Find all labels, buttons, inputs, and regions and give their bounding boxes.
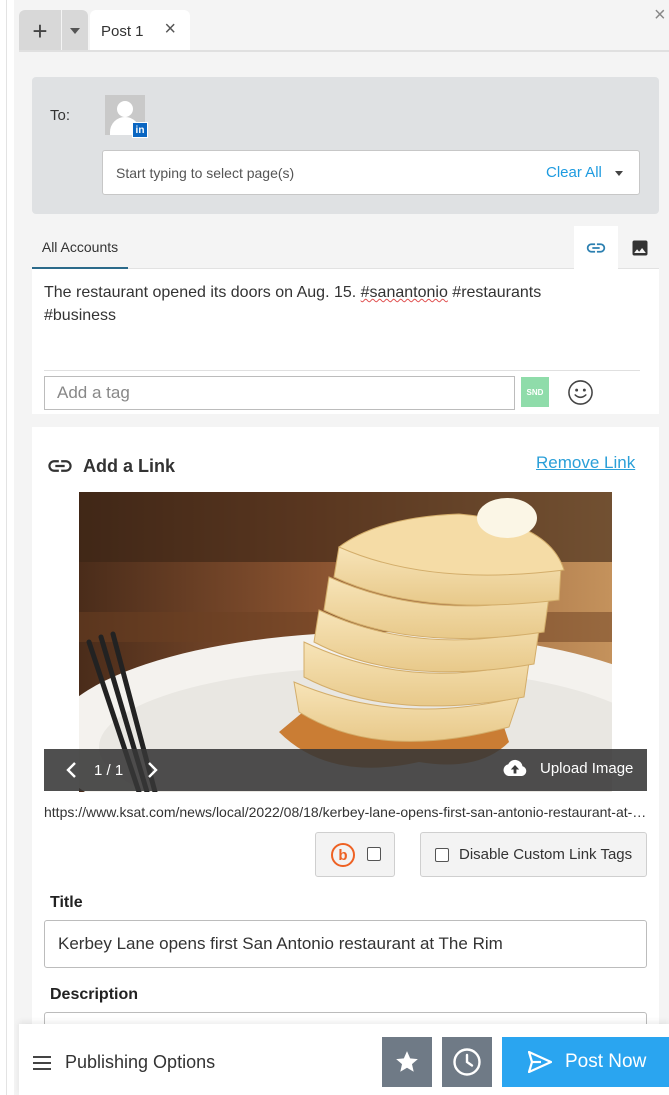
title-label: Title [50,894,83,911]
chevron-right-icon[interactable] [144,761,160,779]
tab-strip-divider [19,50,669,52]
post-message-text[interactable]: The restaurant opened its doors on Aug. … [44,281,604,327]
composer-footer: Publishing Options Post Now [19,1024,669,1095]
snd-badge[interactable]: SND [521,377,549,407]
clear-all-button[interactable]: Clear All [546,164,602,181]
attach-image-button[interactable] [620,226,659,269]
to-label: To: [50,107,71,124]
avatar-head-shape [117,101,133,117]
title-field[interactable]: Kerbey Lane opens first San Antonio rest… [44,920,647,968]
cloud-upload-icon [503,759,527,776]
image-counter: 1 / 1 [94,762,124,779]
post-now-label: Post Now [565,1051,647,1072]
clock-icon [453,1048,481,1076]
chevron-down-icon[interactable] [615,171,623,176]
link-url: https://www.ksat.com/news/local/2022/08/… [44,804,647,820]
disable-custom-link-tags-toggle[interactable]: Disable Custom Link Tags [420,832,647,877]
link-icon [48,460,72,472]
favorite-button[interactable] [382,1037,432,1087]
schedule-button[interactable] [442,1037,492,1087]
message-composer[interactable]: The restaurant opened its doors on Aug. … [32,269,659,414]
account-tabs: All Accounts [32,226,659,269]
emoji-icon[interactable] [567,379,594,406]
add-post-button[interactable]: + [19,10,61,52]
description-label: Description [50,986,139,1003]
bitly-checkbox[interactable] [367,847,381,861]
upload-image-button[interactable]: Upload Image [502,758,633,778]
add-post-dropdown-button[interactable] [62,10,88,52]
attach-link-button[interactable] [574,226,618,269]
pancakes-image [79,492,612,792]
add-tag-input[interactable] [44,376,515,410]
close-panel-icon[interactable]: × [654,4,666,27]
page-selector-placeholder: Start typing to select page(s) [116,165,295,181]
caret-down-icon [70,28,80,34]
post-text-part: The restaurant opened its doors on Aug. … [44,284,361,301]
publishing-options-button[interactable]: Publishing Options [33,1052,215,1073]
add-link-heading-text: Add a Link [83,455,176,476]
remove-link-button[interactable]: Remove Link [536,453,635,473]
chevron-left-icon[interactable] [64,761,80,779]
bitly-shorten-toggle[interactable]: b [315,832,395,877]
post-now-button[interactable]: Post Now [502,1037,669,1087]
tab-all-accounts[interactable]: All Accounts [32,226,128,269]
composer-divider [44,370,640,371]
star-icon [396,1051,418,1072]
disable-custom-link-tags-label: Disable Custom Link Tags [459,846,633,863]
page-selector[interactable]: Start typing to select page(s) Clear All [102,150,640,195]
disable-custom-link-tags-checkbox[interactable] [435,847,449,862]
misspelled-hashtag: #sanantonio [360,284,448,301]
link-icon [586,242,606,253]
menu-icon [33,1055,51,1070]
linkedin-icon: in [132,122,148,138]
image-carousel-bar: 1 / 1 Upload Image [44,749,647,791]
close-tab-icon[interactable]: × [164,18,176,41]
link-preview-image [79,492,612,792]
bitly-icon: b [331,843,355,867]
tab-post-1-label: Post 1 [101,22,144,40]
upload-image-label: Upload Image [540,759,634,777]
add-link-heading: Add a Link [46,452,175,480]
send-icon [528,1051,552,1073]
link-preview-card: Add a Link Remove Link 1 / 1 Upload Imag… [32,427,659,1052]
tab-post-1[interactable]: Post 1 × [90,10,190,52]
publishing-options-label: Publishing Options [65,1052,216,1072]
image-icon [632,240,647,255]
